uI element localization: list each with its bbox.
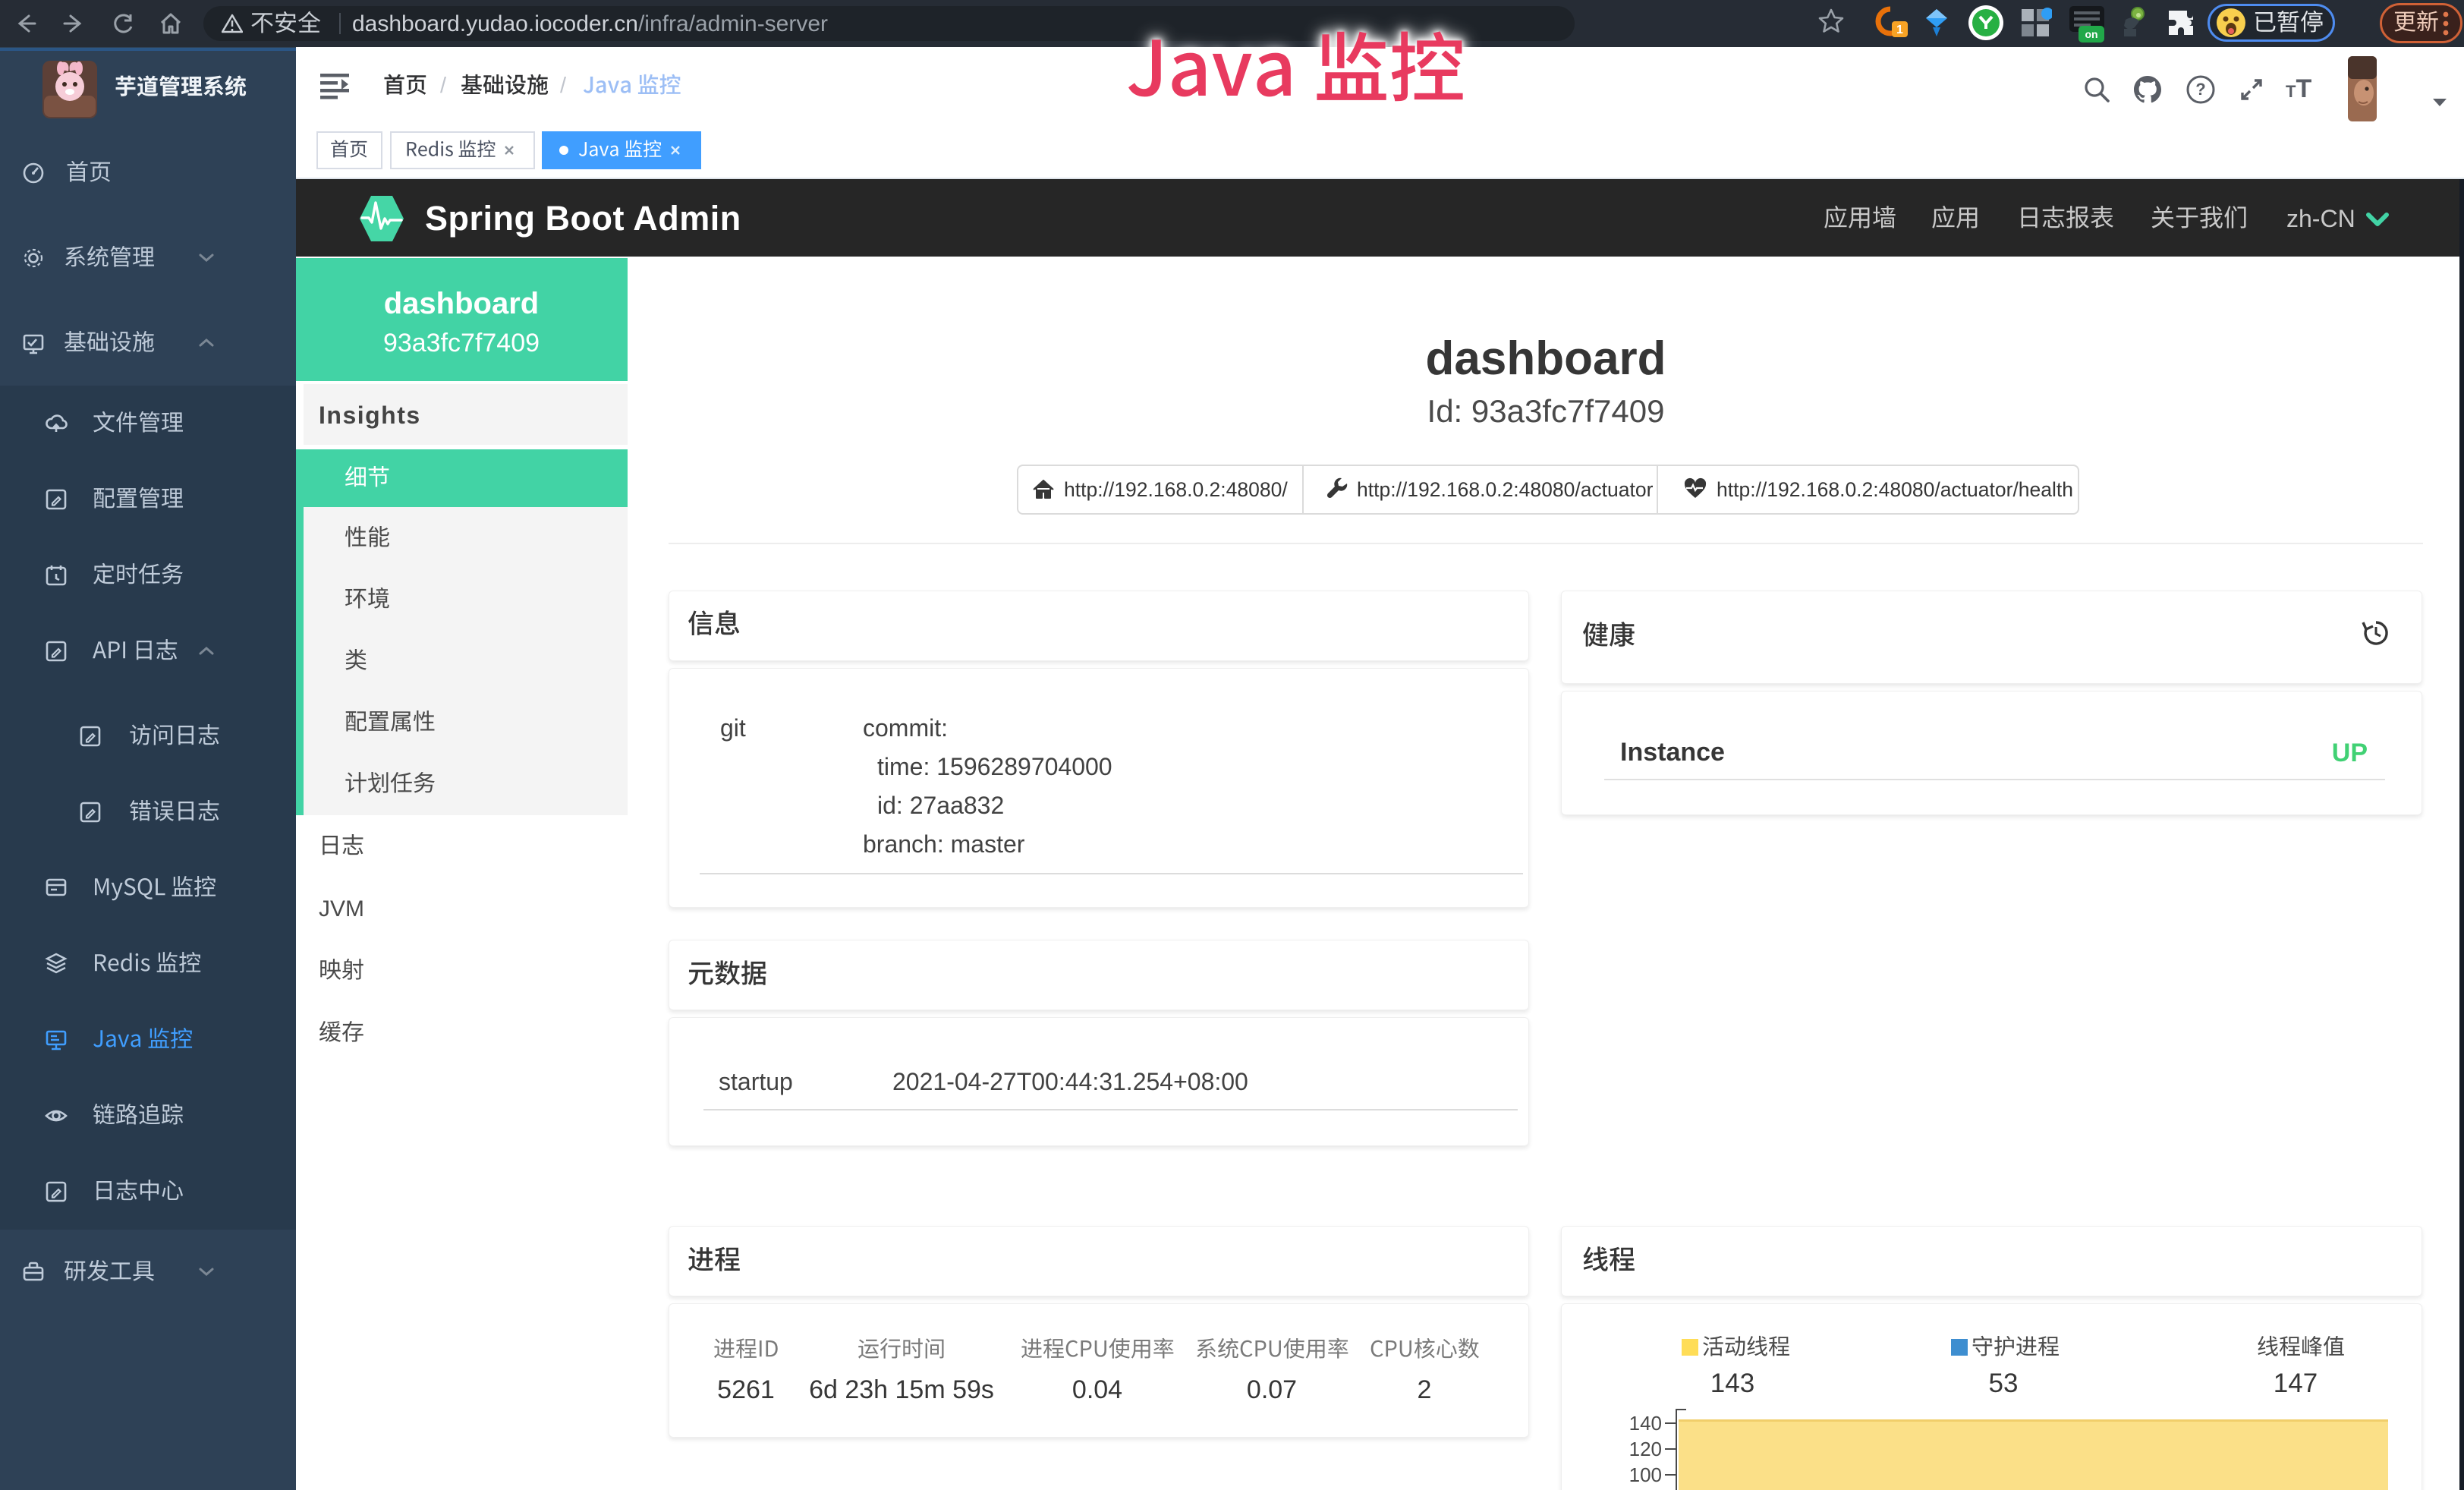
svg-text:1: 1 — [1896, 24, 1903, 36]
svg-text:on: on — [2085, 28, 2097, 40]
svg-text:?: ? — [2195, 80, 2205, 99]
